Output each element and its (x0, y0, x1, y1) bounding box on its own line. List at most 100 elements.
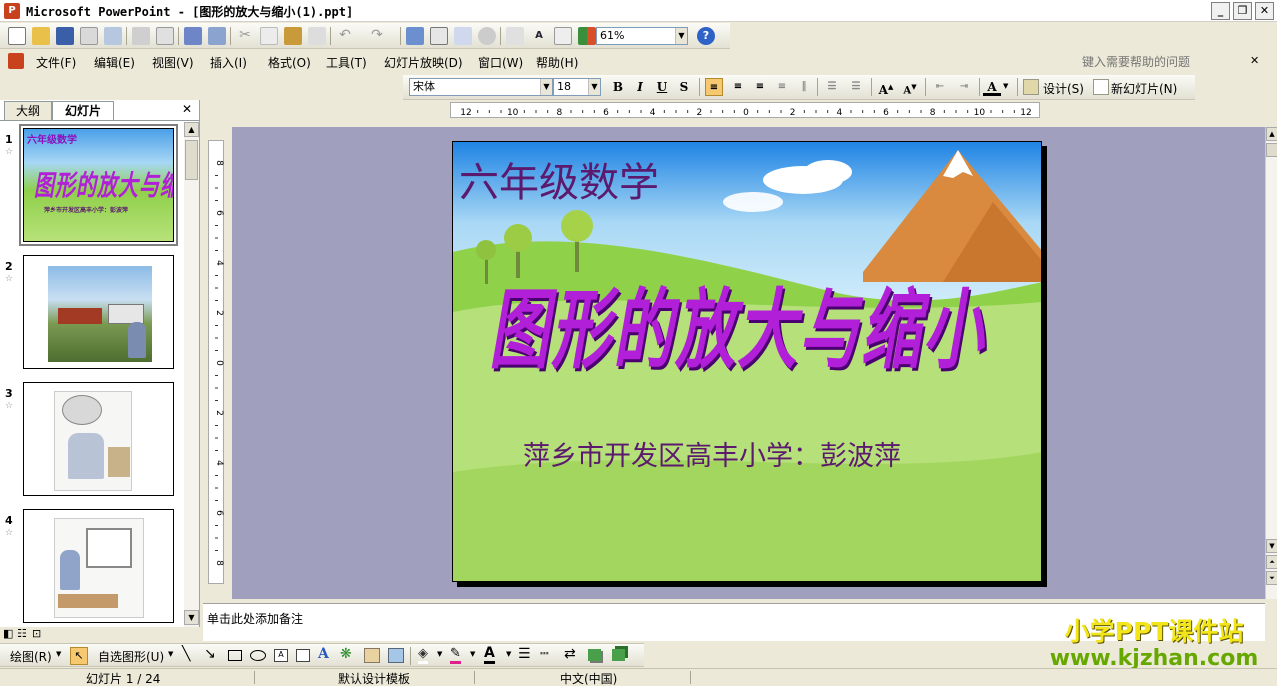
insert-table-icon[interactable] (430, 27, 448, 45)
show-formatting-icon[interactable]: A (530, 27, 548, 45)
slide-thumbnail-4[interactable] (23, 509, 174, 623)
3d-style-icon[interactable] (612, 649, 625, 661)
tables-borders-icon[interactable] (454, 27, 472, 45)
spelling-icon[interactable] (184, 27, 202, 45)
close-pane-icon[interactable]: ✕ (182, 102, 192, 116)
decrease-font-button[interactable]: A▼ (901, 78, 919, 96)
slide-title-text[interactable]: 图形的放大与缩小 (489, 260, 985, 386)
print-preview-icon[interactable] (156, 27, 174, 45)
redo-icon[interactable]: ↷ (368, 27, 386, 45)
menu-format[interactable]: 格式(O) (268, 54, 311, 71)
save-icon[interactable] (56, 27, 74, 45)
line-tool-icon[interactable]: ╲ (182, 646, 190, 662)
menu-file[interactable]: 文件(F) (36, 54, 76, 71)
arrow-tool-icon[interactable]: ↘ (204, 646, 216, 662)
underline-button[interactable]: U (653, 78, 671, 96)
cut-icon[interactable]: ✂ (236, 27, 254, 45)
expand-all-icon[interactable] (506, 27, 524, 45)
bold-button[interactable]: B (609, 78, 627, 96)
line-style-icon[interactable]: ☰ (518, 646, 531, 662)
color-grayscale-icon[interactable] (578, 27, 596, 45)
help-icon[interactable]: ? (697, 27, 715, 45)
diagram-icon[interactable]: ❋ (340, 646, 352, 662)
close-help-icon[interactable]: ✕ (1250, 54, 1259, 67)
slide-author-text[interactable]: 萍乡市开发区高丰小学：彭波萍 (523, 434, 901, 473)
research-icon[interactable] (208, 27, 226, 45)
autoshapes-menu-button[interactable]: 自选图形(U) (98, 648, 164, 665)
italic-button[interactable]: I (631, 78, 649, 96)
scroll-up-icon[interactable]: ▲ (184, 122, 199, 137)
open-folder-icon[interactable] (32, 27, 50, 45)
text-box-tool-icon[interactable]: A (274, 649, 288, 662)
menu-edit[interactable]: 编辑(E) (94, 54, 135, 71)
fill-color-icon[interactable]: ◈ (418, 646, 428, 664)
menu-window[interactable]: 窗口(W) (478, 54, 523, 71)
font-size-select[interactable]: 18 ▼ (553, 78, 601, 96)
dash-style-icon[interactable]: ┅ (540, 646, 548, 662)
tab-slides[interactable]: 幻灯片 (52, 101, 114, 120)
next-slide-icon[interactable]: ⏷ (1266, 571, 1277, 585)
font-select[interactable]: 宋体 ▼ (409, 78, 553, 96)
menu-view[interactable]: 视图(V) (152, 54, 194, 71)
chevron-down-icon[interactable]: ▼ (56, 650, 61, 658)
slideshow-view-icon[interactable]: ⊡ (32, 627, 41, 640)
close-button[interactable]: ✕ (1255, 2, 1274, 20)
notes-placeholder[interactable]: 单击此处添加备注 (207, 610, 303, 627)
new-file-icon[interactable] (8, 27, 26, 45)
align-left-button[interactable]: ≡ (705, 78, 723, 96)
menu-tools[interactable]: 工具(T) (326, 54, 367, 71)
zoom-select[interactable]: 61% ▼ (596, 27, 688, 45)
copy-icon[interactable] (260, 27, 278, 45)
insert-picture-icon[interactable] (388, 648, 404, 663)
align-right-button[interactable]: ≡ (751, 78, 769, 96)
arrow-style-icon[interactable]: ⇄ (564, 646, 576, 662)
numbering-button[interactable]: ☰ (823, 78, 841, 96)
scroll-thumb[interactable] (1266, 143, 1277, 157)
vertical-text-button[interactable]: ‖ (795, 78, 813, 96)
design-button[interactable]: 设计(S) (1043, 80, 1084, 97)
minimize-button[interactable]: _ (1211, 2, 1230, 20)
line-color-icon[interactable]: ✎ (450, 646, 461, 664)
slides-pane-scrollbar[interactable]: ▲ ▼ (184, 122, 199, 627)
new-slide-button[interactable]: 新幻灯片(N) (1111, 80, 1177, 97)
menu-slideshow[interactable]: 幻灯片放映(D) (384, 54, 463, 71)
align-center-button[interactable]: ≡ (729, 78, 747, 96)
increase-font-button[interactable]: A▲ (877, 78, 895, 97)
hyperlink-icon[interactable] (478, 27, 496, 45)
email-icon[interactable] (104, 27, 122, 45)
oval-tool-icon[interactable] (250, 650, 266, 661)
chevron-down-icon[interactable]: ▼ (437, 650, 442, 658)
previous-slide-icon[interactable]: ⏶ (1266, 555, 1277, 569)
shadow-style-icon[interactable] (588, 649, 601, 661)
clip-art-icon[interactable] (364, 648, 380, 663)
powerpoint-app-icon[interactable]: P (4, 3, 20, 19)
scroll-thumb[interactable] (185, 140, 198, 180)
slide-thumbnail-2[interactable] (23, 255, 174, 369)
normal-view-icon[interactable]: ◧ (3, 627, 13, 640)
scroll-down-icon[interactable]: ▼ (1266, 539, 1277, 553)
scroll-up-icon[interactable]: ▲ (1266, 127, 1277, 141)
chevron-down-icon[interactable]: ▼ (168, 650, 173, 658)
slide-thumbnail-3[interactable] (23, 382, 174, 496)
chevron-down-icon[interactable]: ▼ (506, 650, 511, 658)
font-color-icon[interactable]: A (484, 645, 495, 664)
show-grid-icon[interactable] (554, 27, 572, 45)
rectangle-tool-icon[interactable] (228, 650, 242, 661)
undo-icon[interactable]: ↶ (336, 27, 354, 45)
menu-help[interactable]: 帮助(H) (536, 54, 578, 71)
decrease-indent-button[interactable]: ⇤ (931, 78, 949, 96)
slide-sorter-view-icon[interactable]: ☷ (17, 627, 27, 640)
document-icon[interactable] (8, 53, 24, 69)
shadow-button[interactable]: S (675, 78, 693, 96)
permission-icon[interactable] (80, 27, 98, 45)
wordart-icon[interactable]: A (318, 646, 329, 662)
increase-indent-button[interactable]: ⇥ (955, 78, 973, 96)
chevron-down-icon[interactable]: ▼ (1003, 82, 1008, 90)
format-painter-icon[interactable] (308, 27, 326, 45)
distributed-button[interactable]: ≡ (773, 78, 791, 96)
slide-grade-text[interactable]: 六年级数学 (459, 150, 659, 208)
paste-icon[interactable] (284, 27, 302, 45)
menu-insert[interactable]: 插入(I) (210, 54, 247, 71)
insert-chart-icon[interactable] (406, 27, 424, 45)
current-slide[interactable]: 六年级数学 图形的放大与缩小 萍乡市开发区高丰小学：彭波萍 (452, 141, 1042, 582)
